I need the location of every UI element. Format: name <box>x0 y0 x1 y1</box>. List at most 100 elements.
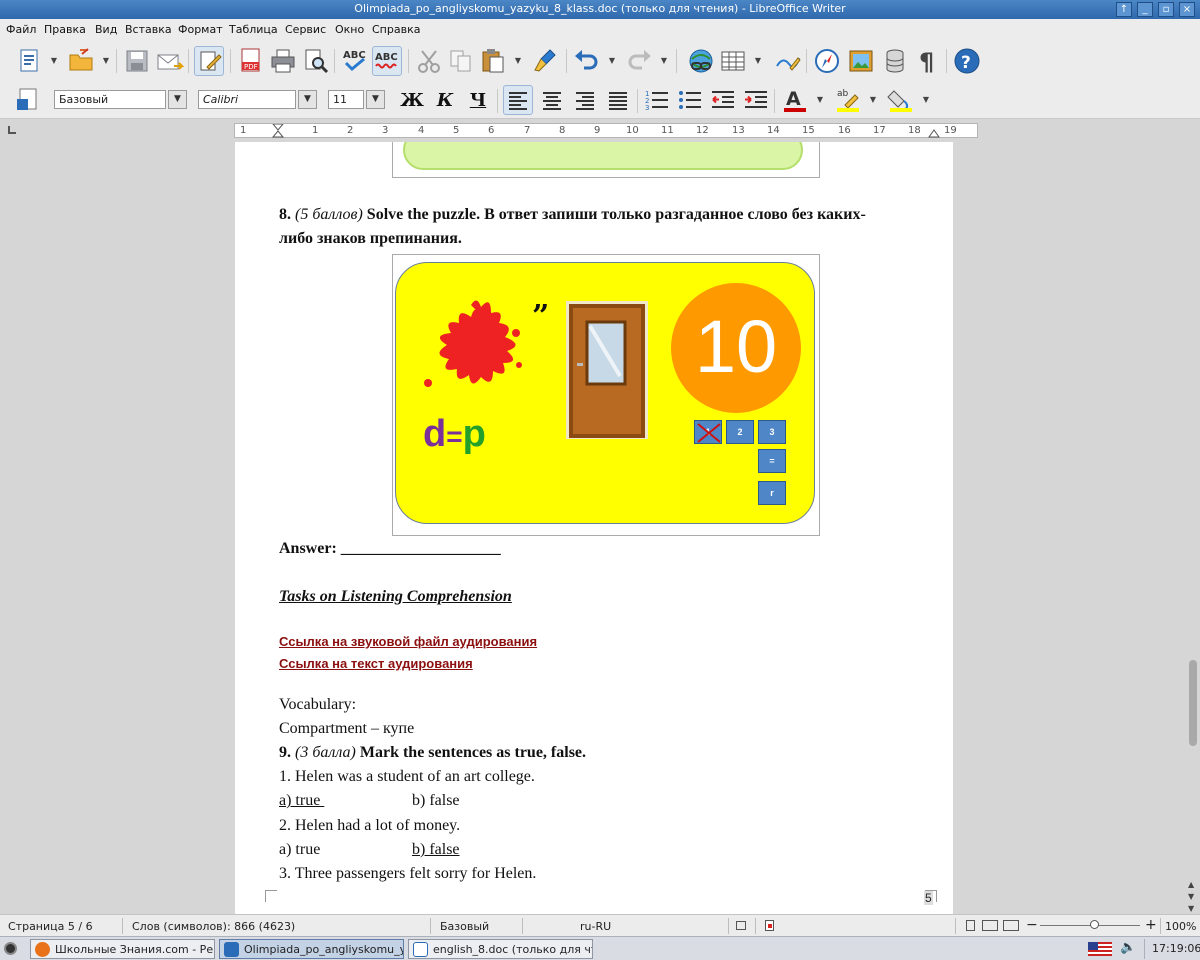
background-color-icon[interactable] <box>886 85 916 115</box>
open-dropdown-icon[interactable]: ▼ <box>102 56 110 66</box>
scrollbar-thumb[interactable] <box>1189 660 1197 746</box>
transcript-link[interactable]: Ссылка на текст аудирования <box>279 656 473 671</box>
zoom-in-icon[interactable]: + <box>1145 917 1157 933</box>
decrease-indent-icon[interactable] <box>708 85 738 115</box>
taskbar-item-english[interactable]: english_8.doc (только для чт... <box>408 939 593 959</box>
menu-file[interactable]: Файл <box>6 23 36 36</box>
menu-format[interactable]: Формат <box>178 23 223 36</box>
styles-icon[interactable] <box>14 85 44 115</box>
italic-button[interactable]: К <box>432 88 458 114</box>
menu-insert[interactable]: Вставка <box>125 23 172 36</box>
print-preview-icon[interactable] <box>300 46 330 76</box>
underline-button[interactable]: Ч <box>465 88 491 114</box>
draw-functions-icon[interactable] <box>772 46 802 76</box>
bullets-icon[interactable] <box>675 85 705 115</box>
table-icon[interactable] <box>718 46 748 76</box>
book-view-icon[interactable] <box>1003 920 1019 931</box>
font-name-dropdown-icon[interactable]: ▼ <box>298 90 317 109</box>
selection-mode-icon[interactable] <box>736 921 746 930</box>
align-right-icon[interactable] <box>570 85 600 115</box>
scroll-up-icon[interactable]: ▲ <box>1188 880 1194 889</box>
font-name-box[interactable]: Calibri <box>198 90 296 109</box>
spelling-icon[interactable]: ABC <box>340 46 370 76</box>
paste-icon[interactable] <box>478 46 508 76</box>
menu-window[interactable]: Окно <box>335 23 364 36</box>
copy-icon[interactable] <box>446 46 476 76</box>
taskbar-item-writer[interactable]: Olimpiada_po_angliyskomu_y... <box>219 939 404 959</box>
scroll-down-icon[interactable]: ▼ <box>1188 904 1194 913</box>
paragraph-style-box[interactable]: Базовый <box>54 90 166 109</box>
volume-icon[interactable]: 🔈 <box>1120 940 1136 955</box>
zoom-level[interactable]: 100% <box>1165 920 1196 933</box>
formatting-marks-icon[interactable]: ¶ <box>914 46 944 76</box>
increase-indent-icon[interactable] <box>741 85 771 115</box>
us-flag-icon[interactable] <box>1088 942 1112 956</box>
zoom-out-icon[interactable]: − <box>1026 917 1038 933</box>
taskbar-item-browser[interactable]: Школьные Знания.com - Ре... <box>30 939 215 959</box>
open-folder-icon[interactable] <box>66 46 96 76</box>
cut-icon[interactable] <box>414 46 444 76</box>
menu-tools[interactable]: Сервис <box>285 23 326 36</box>
highlighting-dropdown-icon[interactable]: ▼ <box>869 95 877 105</box>
font-color-dropdown-icon[interactable]: ▼ <box>816 95 824 105</box>
right-indent-marker-icon[interactable] <box>928 128 940 138</box>
new-dropdown-icon[interactable]: ▼ <box>50 56 58 66</box>
start-menu-icon[interactable] <box>4 942 17 955</box>
paste-dropdown-icon[interactable]: ▼ <box>514 56 522 66</box>
multi-page-view-icon[interactable] <box>982 920 998 931</box>
document-page[interactable]: 8. (5 баллов) Solve the puzzle. В ответ … <box>235 142 953 914</box>
highlighting-icon[interactable]: ab <box>833 85 863 115</box>
keep-above-button[interactable]: ↑ <box>1116 2 1132 17</box>
menu-help[interactable]: Справка <box>372 23 420 36</box>
help-icon[interactable]: ? <box>952 46 982 76</box>
tab-stop-icon[interactable] <box>8 126 16 134</box>
single-page-view-icon[interactable] <box>966 920 975 931</box>
autospell-icon[interactable]: ABC <box>372 46 402 76</box>
new-document-icon[interactable] <box>14 46 44 76</box>
font-size-dropdown-icon[interactable]: ▼ <box>366 90 385 109</box>
export-pdf-icon[interactable]: PDF <box>236 46 266 76</box>
save-icon[interactable] <box>122 46 152 76</box>
horizontal-ruler[interactable]: 1 1 2 3 4 5 6 7 8 9 10 11 12 13 14 15 16… <box>234 123 978 138</box>
bold-button[interactable]: Ж <box>399 88 425 114</box>
document-modified-icon[interactable] <box>765 920 774 931</box>
clone-formatting-icon[interactable] <box>530 46 560 76</box>
maximize-button[interactable]: ▫ <box>1158 2 1174 17</box>
undo-dropdown-icon[interactable]: ▼ <box>608 56 616 66</box>
print-icon[interactable] <box>268 46 298 76</box>
email-icon[interactable] <box>154 46 185 76</box>
redo-dropdown-icon[interactable]: ▼ <box>660 56 668 66</box>
gallery-icon[interactable] <box>846 46 876 76</box>
table-dropdown-icon[interactable]: ▼ <box>754 56 762 66</box>
menu-edit[interactable]: Правка <box>44 23 86 36</box>
page-style[interactable]: Базовый <box>440 920 489 933</box>
justify-icon[interactable] <box>603 85 633 115</box>
left-indent-marker-icon[interactable] <box>272 124 284 138</box>
scroll-down-icon[interactable]: ▼ <box>1188 892 1194 901</box>
menu-view[interactable]: Вид <box>95 23 117 36</box>
background-color-dropdown-icon[interactable]: ▼ <box>922 95 930 105</box>
align-center-icon[interactable] <box>537 85 567 115</box>
close-button[interactable]: × <box>1179 2 1195 17</box>
vertical-scrollbar[interactable]: ▲ ▼ ▼ <box>1186 142 1200 914</box>
paragraph-style-dropdown-icon[interactable]: ▼ <box>168 90 187 109</box>
minimize-button[interactable]: _ <box>1137 2 1153 17</box>
word-count[interactable]: Слов (символов): 866 (4623) <box>132 920 295 933</box>
page-indicator[interactable]: Страница 5 / 6 <box>8 920 93 933</box>
edit-mode-icon[interactable] <box>194 46 224 76</box>
menu-table[interactable]: Таблица <box>229 23 278 36</box>
numbering-icon[interactable]: 123 <box>642 85 672 115</box>
audio-file-link[interactable]: Ссылка на звуковой файл аудирования <box>279 634 537 649</box>
hyperlink-icon[interactable] <box>686 46 716 76</box>
font-size-box[interactable]: 11 <box>328 90 364 109</box>
undo-icon[interactable] <box>572 46 602 76</box>
navigator-icon[interactable] <box>812 46 842 76</box>
clock[interactable]: 17:19:06 <box>1152 942 1200 955</box>
font-color-icon[interactable]: A <box>780 85 810 115</box>
zoom-slider-handle[interactable] <box>1090 920 1099 929</box>
data-sources-icon[interactable] <box>880 46 910 76</box>
redo-icon[interactable] <box>624 46 654 76</box>
language[interactable]: ru-RU <box>580 920 611 933</box>
ruler[interactable]: 1 1 2 3 4 5 6 7 8 9 10 11 12 13 14 15 16… <box>0 120 1200 142</box>
align-left-icon[interactable] <box>503 85 533 115</box>
